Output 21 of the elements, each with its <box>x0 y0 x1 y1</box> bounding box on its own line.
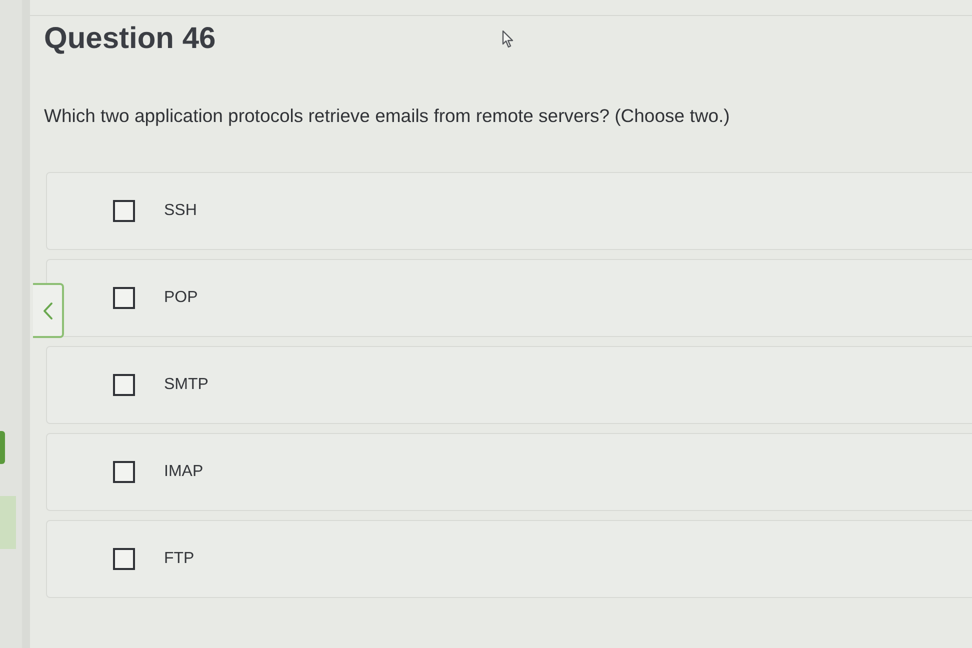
active-item-indicator <box>0 431 5 464</box>
sidebar-highlight <box>0 496 16 549</box>
checkbox[interactable] <box>113 548 135 570</box>
answer-option[interactable]: FTP <box>46 520 972 598</box>
checkbox[interactable] <box>113 461 135 483</box>
checkbox[interactable] <box>113 200 135 222</box>
option-label: FTP <box>164 550 194 568</box>
option-label: POP <box>164 289 198 307</box>
chevron-left-icon <box>42 302 52 320</box>
option-label: SMTP <box>164 376 208 394</box>
mouse-pointer-icon <box>502 30 514 48</box>
answer-option[interactable]: SMTP <box>46 346 972 424</box>
option-label: IMAP <box>164 463 204 481</box>
checkbox[interactable] <box>113 374 135 396</box>
option-label: SSH <box>164 202 197 220</box>
question-title: Question 46 <box>44 22 216 56</box>
answer-option[interactable]: SSH <box>46 172 972 250</box>
answer-option[interactable]: IMAP <box>46 433 972 511</box>
checkbox[interactable] <box>113 287 135 309</box>
question-text: Which two application protocols retrieve emails from remote servers? (Choose two.) <box>44 104 730 128</box>
answer-option[interactable]: POP <box>46 259 972 337</box>
